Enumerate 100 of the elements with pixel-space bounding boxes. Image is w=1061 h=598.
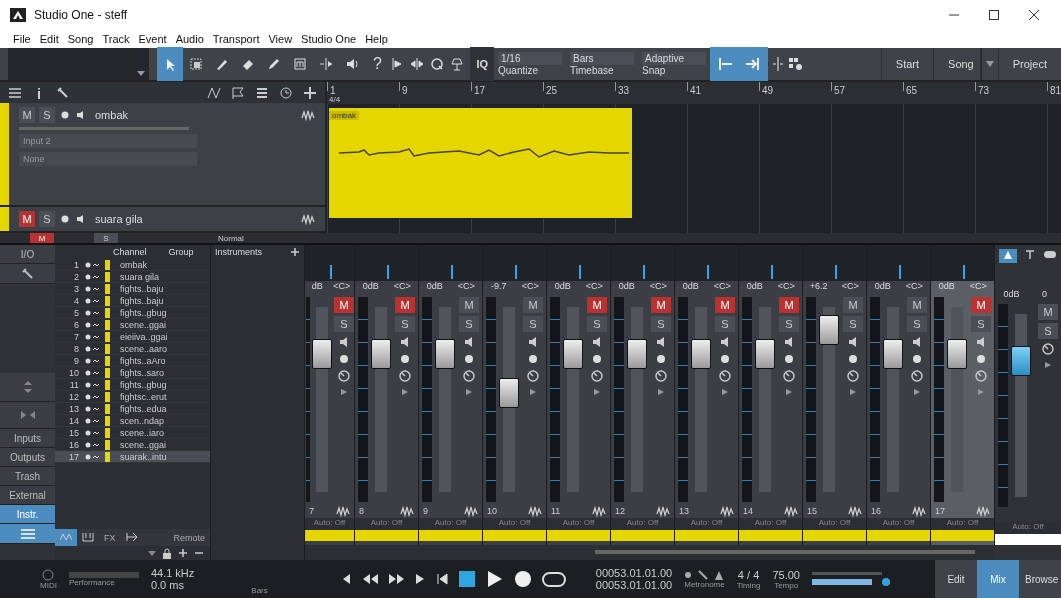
stretch-icon[interactable] — [410, 57, 425, 71]
record-icon[interactable] — [655, 352, 667, 366]
knob-icon[interactable] — [782, 369, 796, 383]
automation-label[interactable]: Auto: Off — [355, 518, 418, 530]
solo-button[interactable]: S — [971, 316, 991, 332]
channel-strip[interactable]: 0dB <C> M S 11 Auto: Off — [547, 245, 611, 545]
rewind-icon[interactable] — [361, 572, 378, 586]
loop-icon[interactable] — [541, 569, 566, 589]
volume-readout[interactable]: 0dB — [867, 281, 899, 295]
knob-icon[interactable] — [846, 369, 860, 383]
channel-row[interactable]: 13 fights..edua — [55, 403, 210, 415]
stop-icon[interactable] — [457, 570, 476, 588]
solo-button[interactable]: S — [1038, 323, 1058, 340]
record-icon[interactable] — [399, 352, 411, 366]
solo-button[interactable]: S — [843, 316, 863, 332]
knob-icon[interactable] — [974, 369, 988, 383]
waveform-icon[interactable] — [464, 504, 478, 518]
volume-readout[interactable]: 0dB — [675, 281, 707, 295]
fader-track[interactable] — [947, 307, 967, 492]
snap-button-group[interactable] — [710, 47, 769, 81]
menu-item[interactable]: Help — [365, 33, 388, 45]
play-icon[interactable] — [485, 570, 504, 588]
pin-icon[interactable] — [1025, 249, 1035, 259]
record-icon[interactable] — [338, 352, 350, 366]
pan-readout[interactable]: <C> — [770, 281, 802, 295]
dropdown-field[interactable] — [8, 48, 149, 80]
nav-button[interactable]: External — [0, 486, 55, 505]
time-signature[interactable]: 4 / 4 — [737, 568, 760, 581]
fader-track[interactable] — [691, 307, 711, 492]
channel-row[interactable]: 14 scen..ndap — [55, 415, 210, 427]
knob-icon[interactable] — [590, 369, 604, 383]
waveform-icon[interactable] — [336, 504, 350, 518]
volume-readout[interactable]: 0dB — [931, 281, 963, 295]
channel-strip[interactable]: 0dB <C> M S 8 Auto: Off — [355, 245, 419, 545]
channel-strip[interactable]: 0dB <C> M S 17 Auto: Off — [931, 245, 995, 545]
menu-item[interactable]: Studio One — [301, 33, 357, 45]
record-icon[interactable] — [59, 213, 71, 225]
fader-track[interactable] — [563, 307, 583, 492]
waveform-icon[interactable] — [592, 504, 606, 518]
automation-label[interactable]: Auto: Off — [675, 518, 738, 530]
channel-row[interactable]: 15 scene..iaro — [55, 427, 210, 439]
automation-label[interactable]: Auto: Off — [547, 518, 610, 530]
automation-label[interactable]: Auto: Off — [739, 518, 802, 530]
channel-row[interactable]: 8 scene..aaro — [55, 343, 210, 355]
channel-strip[interactable]: -9.7 <C> M S 10 Auto: Off — [483, 245, 547, 545]
solo-button[interactable]: S — [94, 233, 118, 243]
fast-forward-icon[interactable] — [387, 572, 404, 586]
fader-handle[interactable] — [499, 377, 519, 408]
mute-button[interactable]: M — [779, 297, 799, 313]
input-status-icon[interactable] — [85, 440, 101, 449]
menu-item[interactable]: Edit — [39, 33, 59, 45]
mute-button[interactable]: M — [395, 297, 415, 313]
solo-button[interactable]: S — [334, 316, 354, 332]
split-wave-icon[interactable] — [389, 57, 404, 71]
fader-track[interactable] — [371, 307, 391, 492]
keyboard-icon[interactable] — [82, 531, 94, 542]
mute-button[interactable]: M — [19, 211, 35, 227]
solo-button[interactable]: S — [715, 316, 735, 332]
knob-icon[interactable] — [398, 369, 412, 383]
nav-button[interactable]: Outputs — [0, 448, 55, 467]
pan-readout[interactable]: <C> — [329, 281, 354, 295]
toggle-icon[interactable] — [1043, 249, 1057, 259]
record-icon[interactable] — [684, 570, 693, 579]
record-icon[interactable] — [591, 352, 603, 366]
wrench-icon[interactable] — [20, 266, 35, 281]
knob-icon[interactable] — [526, 369, 540, 383]
input-status-icon[interactable] — [85, 260, 101, 269]
mute-button[interactable]: M — [459, 297, 479, 313]
input-status-icon[interactable] — [85, 272, 101, 281]
fader-track[interactable] — [883, 307, 903, 492]
position-readout[interactable]: 00053.01.01.00 — [595, 567, 673, 579]
mute-button[interactable]: M — [334, 297, 354, 313]
mute-button[interactable]: M — [30, 233, 54, 243]
channel-strip[interactable]: +6.2 <C> M S 15 Auto: Off — [803, 245, 867, 545]
menu-item[interactable]: File — [13, 33, 31, 45]
input-status-icon[interactable] — [85, 296, 101, 305]
knob-icon[interactable] — [462, 369, 476, 383]
speaker-icon[interactable] — [345, 57, 359, 71]
track-name[interactable]: suara gila — [95, 213, 143, 225]
fader-track[interactable] — [755, 307, 775, 492]
channel-row[interactable]: 17 suarak..intu — [55, 451, 210, 463]
fader-track[interactable] — [819, 307, 839, 492]
list-icon[interactable] — [20, 528, 35, 539]
forward-icon[interactable] — [413, 572, 426, 586]
solo-button[interactable]: S — [523, 316, 543, 332]
automation-label[interactable]: Auto: Off — [419, 518, 482, 530]
channel-row[interactable]: 6 scene..ggai — [55, 319, 210, 331]
view-tab[interactable]: Browse — [1019, 560, 1061, 598]
fader-handle[interactable] — [563, 338, 583, 369]
volume-readout[interactable]: +6.2 — [803, 281, 835, 295]
knob-icon[interactable] — [910, 369, 924, 383]
volume-readout[interactable]: 0dB — [355, 281, 387, 295]
pan-readout[interactable]: <C> — [706, 281, 738, 295]
horizontal-scrollbar[interactable] — [305, 545, 995, 560]
skip-end-icon[interactable] — [435, 572, 448, 586]
menu-item[interactable]: Transport — [212, 33, 260, 45]
maximize-icon[interactable] — [987, 8, 1001, 22]
quantize-icon[interactable] — [430, 57, 445, 71]
channel-strip[interactable]: 0dB <C> M S 9 Auto: Off — [419, 245, 483, 545]
automation-label[interactable]: Auto: Off — [305, 518, 354, 530]
